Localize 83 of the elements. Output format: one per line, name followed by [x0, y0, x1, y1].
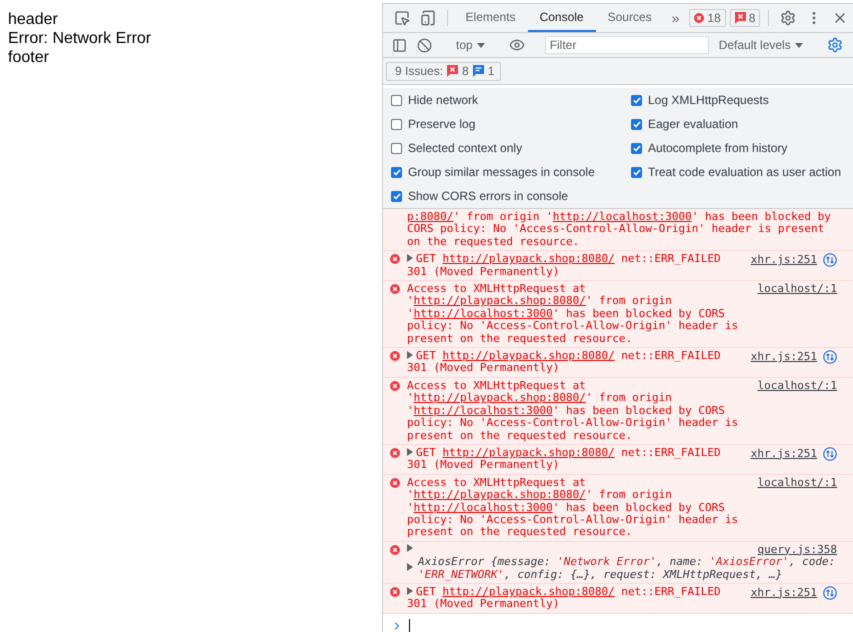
error-text: Access to XMLHttpRequest at 'http://playpack.shop:8080/' from origin 'http://localhost:3000' has been blocked by CORS policy: No 'Access-Control-Allow-Origin' header is present on the requested resource. [407, 380, 740, 442]
panel-tab[interactable]: Sources [596, 4, 664, 32]
error-text: p:8080/' from origin 'http://localhost:3000' has been blocked by CORS policy: No 'Access-Control-Allow-Origin' header is present on the requested resource. [407, 211, 832, 248]
setting-checkbox[interactable]: Autocomplete from history [631, 141, 788, 155]
url-link[interactable]: http://localhost:3000 [414, 404, 553, 417]
page-text: header [8, 10, 58, 29]
checkbox[interactable] [631, 166, 642, 178]
error-icon [390, 586, 400, 597]
expand-triangle-icon[interactable] [407, 351, 413, 360]
source-link[interactable]: xhr.js:251 [750, 254, 817, 266]
source-link[interactable]: localhost/:1 [758, 283, 837, 296]
issues-button[interactable]: 9 Issues: 8 1 [386, 62, 502, 80]
arrows-circle-icon[interactable] [823, 586, 837, 600]
error-flag-icon [447, 65, 458, 77]
checkbox[interactable] [391, 94, 402, 106]
setting-checkbox[interactable]: Preserve log [391, 117, 476, 131]
checkbox[interactable] [391, 166, 402, 178]
setting-checkbox[interactable]: Selected context only [391, 141, 522, 155]
arrows-circle-icon[interactable] [823, 253, 837, 268]
url-link[interactable]: http://playpack.shop:8080/ [442, 252, 615, 266]
url-link[interactable]: http://playpack.shop:8080/ [442, 446, 615, 459]
url-link[interactable]: http://playpack.shop:8080/ [414, 488, 586, 502]
object-preview: AxiosError {message: 'Network Error', name: 'AxiosError', code: 'ERR_NETWORK', config: {…}, request: XMLHttpRequest, …} [418, 556, 836, 581]
arrows-circle-icon[interactable] [823, 446, 837, 461]
source-link[interactable]: xhr.js:251 [750, 448, 817, 460]
url-link[interactable]: http://playpack.shop:8080/ [414, 294, 586, 308]
caret-icon [476, 42, 485, 48]
url-link[interactable]: http://playpack.shop:8080/ [442, 349, 615, 362]
source-link[interactable]: xhr.js:251 [750, 586, 817, 600]
setting-checkbox[interactable]: Eager evaluation [631, 117, 738, 131]
error-icon [390, 351, 400, 362]
more-tabs-button[interactable]: » [664, 4, 688, 32]
source-link[interactable]: localhost/:1 [758, 380, 837, 392]
checkbox[interactable] [391, 190, 402, 202]
error-icon [390, 380, 400, 391]
levels-dropdown[interactable]: Default levels [712, 38, 809, 52]
error-text: GET http://playpack.shop:8080/ net::ERR_FAILED 301 (Moved Permanently) [407, 586, 722, 611]
url-link[interactable]: http://localhost:3000 [414, 306, 553, 320]
page-text: footer [8, 48, 49, 67]
error-icon [390, 478, 400, 488]
expand-triangle-icon[interactable] [407, 586, 413, 595]
source-link[interactable]: localhost/:1 [758, 476, 837, 490]
error-count-button[interactable]: 18 [689, 9, 726, 27]
error-text: GET http://playpack.shop:8080/ net::ERR_FAILED 301 (Moved Permanently) [407, 446, 722, 472]
setting-checkbox[interactable]: Hide network [391, 93, 478, 107]
setting-checkbox[interactable]: Log XMLHttpRequests [631, 93, 769, 107]
setting-checkbox[interactable]: Show CORS errors in console [391, 189, 568, 203]
source-link[interactable]: xhr.js:251 [750, 350, 817, 364]
url-link[interactable]: http://localhost:3000 [552, 210, 692, 223]
error-text: GET http://playpack.shop:8080/ net::ERR_FAILED 301 (Moved Permanently) [407, 350, 722, 375]
context-dropdown[interactable]: top [450, 38, 491, 52]
message-icon [472, 65, 484, 77]
expand-triangle-icon[interactable] [407, 448, 413, 456]
error-text: Access to XMLHttpRequest at 'http://playpack.shop:8080/' from origin 'http://localhost:3000' has been blocked by CORS policy: No 'Access-Control-Allow-Origin' header is present on the requested resource. [407, 283, 740, 346]
source-link[interactable]: query.js:358 [758, 544, 837, 556]
error-icon [390, 254, 400, 264]
expand-triangle-icon[interactable] [407, 563, 413, 572]
url-link[interactable]: http://playpack.shop:8080/ [414, 391, 586, 404]
expand-triangle-icon[interactable] [407, 254, 413, 262]
error-flag-icon [734, 12, 746, 24]
error-icon [390, 284, 400, 294]
checkbox[interactable] [631, 118, 642, 130]
panel-tab[interactable]: Elements [454, 4, 528, 32]
url-link[interactable]: p:8080/ [407, 210, 454, 223]
error-text: Access to XMLHttpRequest at 'http://playpack.shop:8080/' from origin 'http://localhost:3000' has been blocked by CORS policy: No 'Access-Control-Allow-Origin' header is present on the requested resource. [407, 476, 740, 539]
error-icon [390, 544, 400, 555]
url-link[interactable]: http://playpack.shop:8080/ [442, 584, 615, 598]
caret-icon [794, 42, 803, 48]
issue-count-button[interactable]: 8 [730, 9, 760, 27]
setting-checkbox[interactable]: Group similar messages in console [391, 165, 595, 179]
error-icon [390, 448, 400, 458]
filter-field[interactable]: Filter [544, 36, 709, 54]
setting-checkbox[interactable]: Treat code evaluation as user action [631, 165, 842, 179]
expand-triangle-icon[interactable] [407, 544, 413, 552]
error-text: GET http://playpack.shop:8080/ net::ERR_FAILED 301 (Moved Permanently) [407, 253, 722, 278]
checkbox[interactable] [631, 94, 642, 106]
url-link[interactable]: http://localhost:3000 [414, 500, 553, 514]
page-text: Error: Network Error [8, 29, 152, 48]
checkbox[interactable] [391, 142, 402, 154]
arrows-circle-icon[interactable] [823, 350, 837, 364]
error-icon [694, 13, 704, 23]
checkbox[interactable] [391, 118, 402, 130]
checkbox[interactable] [631, 142, 642, 154]
